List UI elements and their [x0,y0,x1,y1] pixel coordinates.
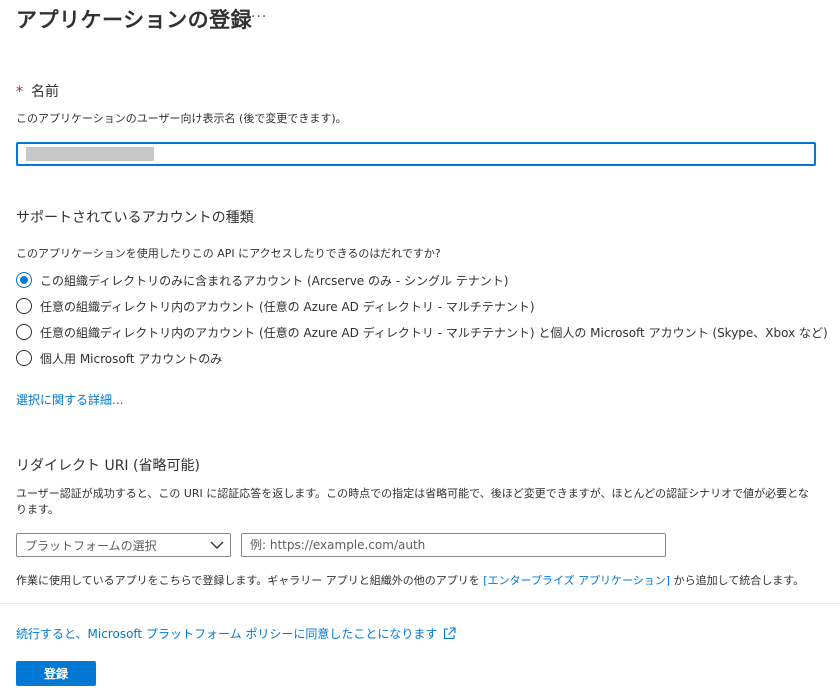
selection-details-link[interactable]: 選択に関する詳細... [16,391,123,408]
open-external-icon [443,627,456,640]
name-input[interactable] [16,142,816,166]
redirect-uri-description-line1: ユーザー認証が成功すると、この URI に認証応答を返します。この時点での指定は… [16,487,809,500]
radio-button[interactable] [16,298,32,314]
redacted-value [26,147,154,161]
platform-select-placeholder: プラットフォームの選択 [25,538,157,553]
account-types-question: このアプリケーションを使用したりこの API にアクセスしたりできるのはだれです… [16,247,441,260]
platform-policy-link[interactable]: 続行すると、Microsoft プラットフォーム ポリシーに同意したことになりま… [16,625,437,642]
radio-option-multitenant[interactable]: 任意の組織ディレクトリ内のアカウント (任意の Azure AD ディレクトリ … [16,296,535,316]
radio-label: この組織ディレクトリのみに含まれるアカウント (Arcserve のみ - シン… [40,273,509,288]
enterprise-apps-link[interactable]: [エンタープライズ アプリケーション] [483,574,670,587]
radio-button[interactable] [16,324,32,340]
enterprise-apps-note: 作業に使用しているアプリをこちらで登録します。ギャラリー アプリと組織外の他のア… [16,573,804,589]
radio-option-multitenant-personal[interactable]: 任意の組織ディレクトリ内のアカウント (任意の Azure AD ディレクトリ … [16,322,828,342]
required-mark: * [16,84,23,100]
platform-select[interactable]: プラットフォームの選択 [16,533,231,557]
redirect-uri-description-line2: ります。 [16,503,59,516]
radio-label: 任意の組織ディレクトリ内のアカウント (任意の Azure AD ディレクトリ … [40,299,535,314]
chevron-down-icon [210,540,224,550]
name-description: このアプリケーションのユーザー向け表示名 (後で変更できます)。 [16,112,347,125]
name-label: * 名前 [16,81,59,101]
name-label-text: 名前 [31,84,59,100]
note-text-after: から追加して統合します。 [670,574,805,587]
radio-label: 個人用 Microsoft アカウントのみ [40,351,223,366]
redirect-uri-input[interactable] [241,533,666,557]
redirect-uri-heading: リダイレクト URI (省略可能) [16,458,200,474]
radio-button[interactable] [16,350,32,366]
radio-label: 任意の組織ディレクトリ内のアカウント (任意の Azure AD ディレクトリ … [40,325,828,340]
page-title: アプリケーションの登録 [16,8,253,32]
account-types-heading: サポートされているアカウントの種類 [16,210,254,226]
footer-divider [0,603,840,604]
radio-button-selected[interactable] [16,272,32,288]
register-button[interactable]: 登録 [16,661,96,686]
more-options-button[interactable]: ··· [251,9,267,25]
radio-option-personal-only[interactable]: 個人用 Microsoft アカウントのみ [16,348,222,368]
radio-option-single-tenant[interactable]: この組織ディレクトリのみに含まれるアカウント (Arcserve のみ - シン… [16,270,508,290]
policy-link-row[interactable]: 続行すると、Microsoft プラットフォーム ポリシーに同意したことになりま… [16,625,456,642]
note-text-before: 作業に使用しているアプリをこちらで登録します。ギャラリー アプリと組織外の他のア… [16,574,484,587]
